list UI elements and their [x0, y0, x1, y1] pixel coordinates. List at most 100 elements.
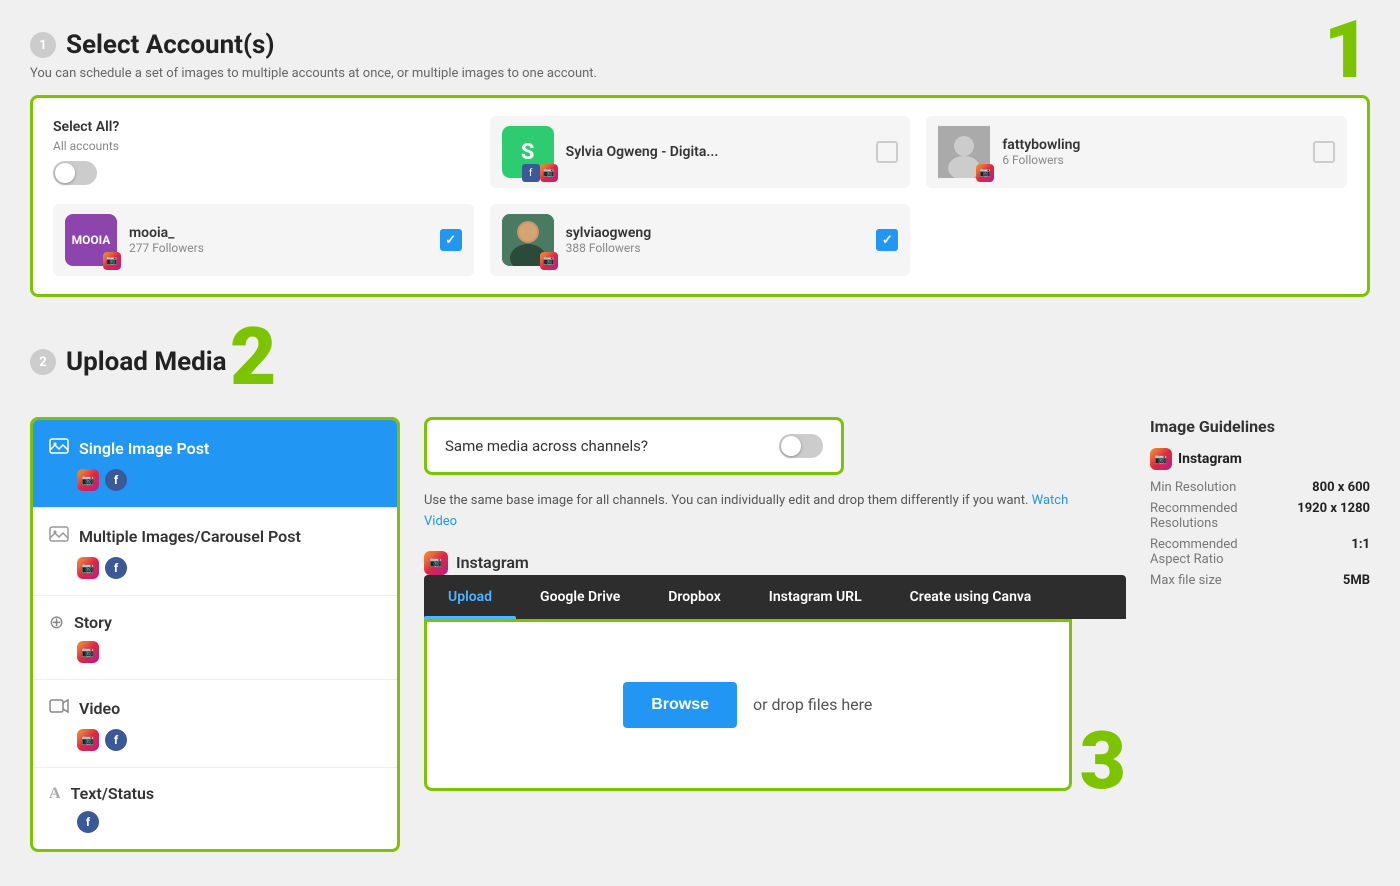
fb-icon-carousel: f [105, 557, 127, 579]
upload-tabs-bar: Upload Google Drive Dropbox Instagram UR… [424, 575, 1126, 619]
drop-zone[interactable]: Browse or drop files here [424, 619, 1072, 791]
post-type-story[interactable]: ⊕ Story 📷 [33, 596, 397, 680]
ig-guideline-icon: 📷 [1150, 448, 1172, 470]
guideline-row-0: Min Resolution 800 x 600 [1150, 480, 1370, 495]
guideline-row-1: Recommended Resolutions 1920 x 1280 [1150, 501, 1370, 531]
guideline-row-3: Max file size 5MB [1150, 573, 1370, 588]
select-all-cell: Select All? All accounts [53, 119, 474, 185]
story-icon: ⊕ [49, 612, 64, 633]
text-icon: A [49, 785, 61, 803]
section1-title: Select Account(s) [66, 30, 275, 60]
browse-button[interactable]: Browse [623, 682, 737, 728]
account-name-sylviaogweng: sylviaogweng [566, 225, 865, 241]
fb-icon-text: f [77, 811, 99, 833]
account-followers-fatty: 6 Followers [1002, 153, 1301, 167]
step1-circle: 1 [30, 32, 56, 58]
ig-section-icon: 📷 [424, 551, 448, 575]
ig-badge-mooia: 📷 [103, 252, 121, 270]
post-type-socials-video: 📷 f [49, 729, 381, 751]
ig-icon-video: 📷 [77, 729, 99, 751]
post-type-socials-text: f [49, 811, 381, 833]
post-types-panel: Single Image Post 📷 f [30, 417, 400, 852]
account-card-sylvia[interactable]: S 📷 f Sylvia Ogweng - Digita... [490, 116, 911, 188]
guideline-platform: 📷 Instagram [1150, 448, 1370, 470]
account-card-fattybowling[interactable]: 📷 fattybowling 6 Followers [926, 116, 1347, 188]
account-info-sylvia: Sylvia Ogweng - Digita... [566, 144, 865, 160]
select-all-toggle[interactable] [53, 161, 97, 185]
account-card-sylviaogweng[interactable]: 📷 sylviaogweng 388 Followers [490, 204, 911, 276]
ig-badge-sylviaogweng: 📷 [540, 252, 558, 270]
post-type-label-video: Video [79, 699, 120, 718]
post-type-single[interactable]: Single Image Post 📷 f [33, 420, 397, 508]
video-icon-svg [49, 696, 69, 716]
post-type-label-story: Story [74, 613, 112, 632]
select-all-label: Select All? [53, 119, 119, 135]
carousel-icon-svg [49, 524, 69, 544]
account-info-sylviaogweng: sylviaogweng 388 Followers [566, 225, 865, 255]
step2-badge: 2 [230, 317, 276, 397]
step2-circle: 2 [30, 349, 56, 375]
drop-text: or drop files here [753, 695, 872, 714]
fb-badge-sylvia: f [522, 164, 540, 182]
select-all-sub: All accounts [53, 139, 119, 153]
ig-icon-carousel: 📷 [77, 557, 99, 579]
instagram-label: Instagram [456, 553, 529, 572]
step3-badge: 3 [1080, 721, 1126, 801]
account-name-sylvia: Sylvia Ogweng - Digita... [566, 144, 865, 160]
account-name-mooia: mooia_ [129, 225, 428, 241]
avatar-sylviaogweng: 📷 [502, 214, 554, 266]
same-media-box: Same media across channels? [424, 417, 844, 475]
guidelines-panel: Image Guidelines 📷 Instagram Min Resolut… [1150, 417, 1370, 852]
ig-badge-sylvia: 📷 [540, 164, 558, 182]
ig-badge-fatty: 📷 [976, 164, 994, 182]
post-type-video[interactable]: Video 📷 f [33, 680, 397, 768]
image-icon-svg [49, 436, 69, 456]
account-info-mooia: mooia_ 277 Followers [129, 225, 428, 255]
account-card-mooia[interactable]: MOOIA 📷 mooia_ 277 Followers [53, 204, 474, 276]
same-media-toggle[interactable] [779, 434, 823, 458]
post-type-socials-single: 📷 f [49, 469, 381, 491]
post-type-socials-story: 📷 [49, 641, 381, 663]
carousel-icon [49, 524, 69, 549]
section1-subtitle: You can schedule a set of images to mult… [30, 66, 1370, 81]
account-followers-mooia: 277 Followers [129, 241, 428, 255]
tab-upload[interactable]: Upload [424, 575, 516, 619]
instagram-section: 📷 Instagram [424, 551, 1126, 575]
section2-area: Single Image Post 📷 f [30, 417, 1370, 852]
guideline-row-2: Recommended Aspect Ratio 1:1 [1150, 537, 1370, 567]
ig-icon-single: 📷 [77, 469, 99, 491]
avatar-mooia: MOOIA 📷 [65, 214, 117, 266]
toggle-knob [55, 163, 75, 183]
account-followers-sylviaogweng: 388 Followers [566, 241, 865, 255]
checkbox-fatty[interactable] [1313, 141, 1335, 163]
tab-instagramurl[interactable]: Instagram URL [745, 575, 886, 619]
checkbox-mooia[interactable] [440, 229, 462, 251]
post-type-socials-carousel: 📷 f [49, 557, 381, 579]
checkbox-sylviaogweng[interactable] [876, 229, 898, 251]
tab-canva[interactable]: Create using Canva [886, 575, 1056, 619]
tab-googledrive[interactable]: Google Drive [516, 575, 644, 619]
video-icon [49, 696, 69, 721]
fb-icon-single: f [105, 469, 127, 491]
post-type-label-text: Text/Status [71, 784, 155, 803]
same-media-label: Same media across channels? [445, 437, 648, 455]
account-info-fatty: fattybowling 6 Followers [1002, 137, 1301, 167]
avatar-fattybowling: 📷 [938, 126, 990, 178]
dropzone-row: Browse or drop files here 3 [424, 619, 1126, 791]
step1-badge: 1 [1324, 10, 1370, 90]
checkbox-sylvia[interactable] [876, 141, 898, 163]
post-type-text[interactable]: A Text/Status f [33, 768, 397, 849]
upload-description: Use the same base image for all channels… [424, 491, 1104, 533]
post-type-label-carousel: Multiple Images/Carousel Post [79, 527, 301, 546]
avatar-sylvia: S 📷 f [502, 126, 554, 178]
same-media-knob [781, 436, 801, 456]
accounts-box: Select All? All accounts S 📷 f Sylvia Og… [30, 95, 1370, 297]
account-name-fatty: fattybowling [1002, 137, 1301, 153]
section2-title: Upload Media [66, 347, 227, 377]
section1-header: 1 Select Account(s) [30, 30, 1370, 60]
post-type-carousel[interactable]: Multiple Images/Carousel Post 📷 f [33, 508, 397, 596]
single-image-icon [49, 436, 69, 461]
ig-icon-story: 📷 [77, 641, 99, 663]
tab-dropbox[interactable]: Dropbox [644, 575, 745, 619]
section2-wrapper: 2 2 Upload Media [30, 347, 1370, 852]
